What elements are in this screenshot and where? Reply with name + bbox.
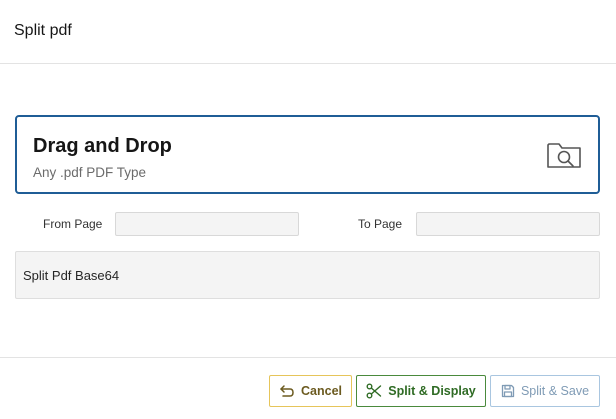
save-icon [501, 384, 515, 398]
cancel-label: Cancel [301, 384, 342, 398]
split-and-display-label: Split & Display [388, 384, 476, 398]
split-and-save-label: Split & Save [520, 384, 590, 398]
from-page-input[interactable] [115, 212, 299, 236]
to-page-label: To Page [358, 217, 403, 231]
cancel-button[interactable]: Cancel [269, 375, 352, 407]
split-pdf-dialog: Split pdf Drag and Drop Any .pdf PDF Typ… [0, 0, 616, 419]
dialog-footer: Cancel Split & Display Split & Save [0, 357, 616, 419]
scissors-icon [366, 383, 382, 399]
folder-search-icon[interactable] [546, 140, 582, 170]
split-and-display-button[interactable]: Split & Display [356, 375, 486, 407]
to-page-input[interactable] [416, 212, 600, 236]
dropzone-subtitle: Any .pdf PDF Type [33, 165, 147, 180]
dialog-title: Split pdf [14, 22, 72, 39]
dialog-header: Split pdf [0, 0, 616, 64]
from-page-label: From Page [43, 217, 103, 231]
split-pdf-base64-label: Split Pdf Base64 [23, 268, 120, 283]
file-dropzone[interactable]: Drag and Drop Any .pdf PDF Type [15, 115, 600, 194]
dropzone-title: Drag and Drop [33, 135, 172, 157]
split-pdf-base64-field[interactable]: Split Pdf Base64 [15, 251, 600, 299]
undo-arrow-icon [280, 385, 294, 397]
split-and-save-button[interactable]: Split & Save [490, 375, 600, 407]
